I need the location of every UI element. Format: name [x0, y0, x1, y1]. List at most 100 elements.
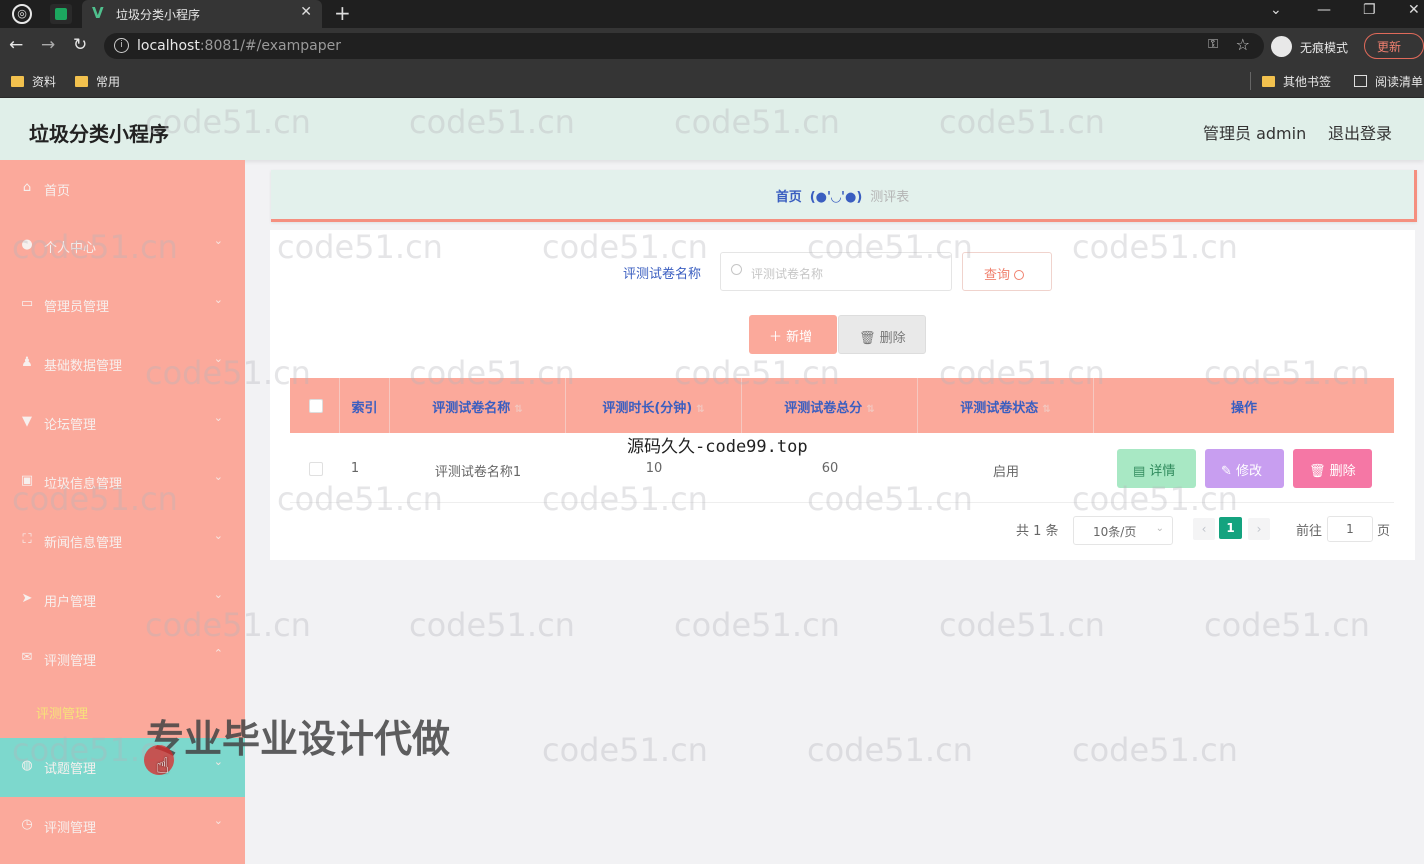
browser-tab-bar: ◎ V 垃圾分类小程序 ✕ + ⌄ — ❐ ✕	[0, 0, 1424, 28]
reload-icon[interactable]: ↻	[73, 35, 87, 55]
sidebar-item-label: 管理员管理	[44, 300, 110, 315]
column-header[interactable]: 评测试卷名称 ⇅	[390, 378, 566, 433]
reading-list[interactable]: 阅读清单	[1354, 73, 1423, 90]
batch-delete-button[interactable]: 🗑 删除	[838, 315, 926, 354]
forum-icon: ▼	[22, 414, 32, 429]
close-tab-icon[interactable]: ✕	[300, 4, 312, 20]
mail-icon: ✉	[21, 650, 33, 665]
pinned-tab[interactable]	[50, 4, 72, 24]
page-number-current[interactable]: 1	[1219, 517, 1242, 539]
sidebar-item-forum[interactable]: ▼ 论坛管理 ⌄	[0, 394, 245, 453]
chevron-down-icon: ⌄	[213, 411, 223, 424]
user-icon: ●	[21, 237, 33, 252]
tab-search-icon[interactable]: ⌄	[1270, 2, 1282, 18]
hand-cursor-icon: ☝	[156, 754, 170, 779]
chevron-down-icon: ⌄	[213, 293, 223, 306]
other-bookmarks[interactable]: 其他书签	[1262, 73, 1331, 90]
search-input[interactable]: 评测试卷名称	[720, 252, 952, 291]
select-all-checkbox[interactable]	[309, 399, 323, 413]
column-header[interactable]: 评测时长(分钟) ⇅	[566, 378, 742, 433]
url-field[interactable]: i localhost:8081/#/exampaper ⚿ ☆	[104, 33, 1264, 59]
goto-page-input[interactable]: 1	[1327, 516, 1373, 542]
restore-icon[interactable]: ❐	[1363, 2, 1376, 18]
admin-icon: ▭	[20, 296, 34, 311]
sidebar-item-label: 垃圾信息管理	[44, 477, 123, 492]
sort-icon[interactable]: ⇅	[696, 404, 704, 415]
sidebar-item-label: 论坛管理	[44, 418, 97, 433]
sidebar-item-label: 基础数据管理	[44, 359, 123, 374]
sort-icon[interactable]: ⇅	[1042, 404, 1050, 415]
page-size-select[interactable]: 10条/页 ⌄	[1073, 516, 1173, 545]
chevron-down-icon: ⌄	[1155, 523, 1164, 534]
home-icon: ⌂	[22, 180, 32, 195]
column-header[interactable]: 评测试卷总分 ⇅	[742, 378, 918, 433]
news-icon: ⛶	[22, 532, 32, 547]
next-page-button[interactable]: ›	[1248, 518, 1270, 540]
delete-button[interactable]: 🗑 删除	[1293, 449, 1372, 488]
sort-icon[interactable]: ⇅	[866, 404, 874, 415]
sidebar-item-evaluation-2[interactable]: ◷ 评测管理 ⌄	[0, 797, 245, 856]
chevron-up-icon: ⌃	[213, 647, 223, 660]
folder-icon	[75, 76, 88, 87]
reading-list-icon	[1354, 75, 1367, 87]
bookmark-folder[interactable]: 常用	[75, 73, 120, 90]
cell-index: 1	[350, 461, 360, 476]
chevron-down-icon: ⌄	[213, 529, 223, 542]
app-title: 垃圾分类小程序	[29, 122, 169, 146]
forward-icon[interactable]: →	[41, 35, 55, 55]
sidebar-item-label: 新闻信息管理	[44, 536, 123, 551]
incognito-icon[interactable]	[1271, 36, 1292, 57]
bookmark-folder[interactable]: 资料	[11, 73, 56, 90]
sidebar-item-news[interactable]: ⛶ 新闻信息管理 ⌄	[0, 512, 245, 571]
logout-link[interactable]: 退出登录	[1328, 120, 1392, 144]
document-icon: ▤	[1133, 464, 1150, 479]
window-close-icon[interactable]: ✕	[1408, 2, 1420, 18]
sidebar-item-label: 评测管理	[44, 821, 97, 836]
chevron-down-icon: ⌄	[213, 352, 223, 365]
sheet-icon	[55, 8, 67, 20]
add-button[interactable]: ＋ 新增	[749, 315, 837, 354]
sidebar-item-users[interactable]: ➤ 用户管理 ⌄	[0, 571, 245, 630]
search-icon	[731, 264, 742, 275]
watermark: code51.cn	[807, 731, 973, 769]
active-tab[interactable]: V 垃圾分类小程序 ✕	[82, 0, 322, 28]
query-button[interactable]: 查询	[962, 252, 1052, 291]
sidebar-item-home[interactable]: ⌂ 首页	[0, 160, 245, 219]
vue-logo-icon: V	[92, 4, 104, 22]
sidebar-item-evaluation[interactable]: ✉ 评测管理 ⌃	[0, 630, 245, 689]
watermark: code51.cn	[409, 606, 575, 644]
detail-button[interactable]: ▤ 详情	[1117, 449, 1196, 488]
watermark: code51.cn	[1204, 606, 1370, 644]
sidebar-item-label: 个人中心	[44, 241, 97, 256]
app-header: 垃圾分类小程序 管理员 admin 退出登录	[0, 98, 1424, 160]
trash-icon: ▣	[20, 473, 34, 488]
globe-icon[interactable]: ◎	[12, 4, 32, 24]
row-checkbox[interactable]	[309, 462, 323, 476]
site-info-icon[interactable]: i	[114, 38, 129, 53]
send-icon: ➤	[21, 591, 33, 606]
sidebar-item-admins[interactable]: ▭ 管理员管理 ⌄	[0, 276, 245, 335]
table-header: 索引 评测试卷名称 ⇅ 评测时长(分钟) ⇅ 评测试卷总分 ⇅ 评测试卷状态 ⇅ 操作	[290, 378, 1394, 433]
column-header[interactable]: 评测试卷状态 ⇅	[918, 378, 1094, 433]
sidebar-item-base-data[interactable]: ♟ 基础数据管理 ⌄	[0, 335, 245, 394]
sidebar-item-label: 首页	[44, 184, 71, 199]
sort-icon[interactable]: ⇅	[514, 404, 522, 415]
table-row: 1 评测试卷名称1 10 60 启用 ▤ 详情 ✎ 修改 🗑 删除	[290, 433, 1394, 503]
sidebar-item-garbage[interactable]: ▣ 垃圾信息管理 ⌄	[0, 453, 245, 512]
trash-icon: 🗑	[1309, 464, 1330, 479]
search-label: 评测试卷名称	[623, 267, 702, 282]
prev-page-button[interactable]: ‹	[1193, 518, 1215, 540]
sidebar-item-profile[interactable]: ● 个人中心 ⌄	[0, 217, 245, 276]
column-header: 操作	[1230, 401, 1257, 416]
breadcrumb-home[interactable]: 首页	[776, 190, 802, 205]
back-icon[interactable]: ←	[9, 35, 23, 55]
incognito-label: 无痕模式	[1300, 41, 1349, 55]
star-icon[interactable]: ☆	[1236, 35, 1250, 54]
new-tab-icon[interactable]: +	[334, 1, 351, 25]
key-icon[interactable]: ⚿	[1208, 37, 1218, 52]
edit-button[interactable]: ✎ 修改	[1205, 449, 1284, 488]
breadcrumb-separator: (●'◡'●)	[809, 190, 863, 205]
update-button[interactable]: 更新	[1364, 33, 1424, 59]
minimize-icon[interactable]: —	[1317, 2, 1331, 18]
sidebar-item-label: 用户管理	[44, 595, 97, 610]
